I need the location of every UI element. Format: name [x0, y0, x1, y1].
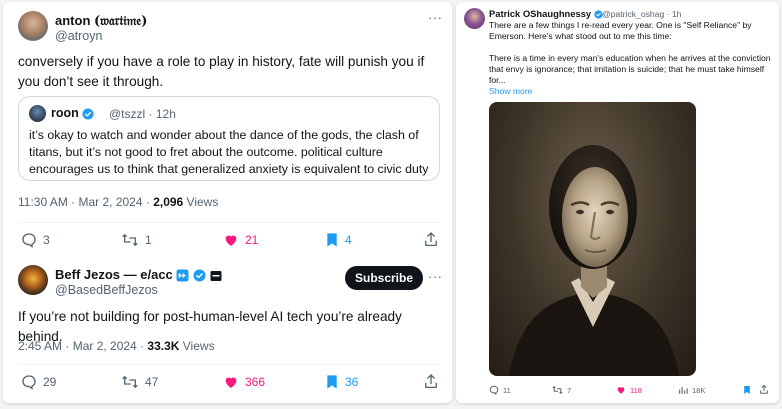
tweet2-bookmark-button[interactable]: 36	[325, 374, 358, 390]
views-chart-icon	[679, 387, 688, 394]
divider	[18, 222, 440, 223]
repost-icon	[122, 376, 138, 388]
tweet1-display-name[interactable]: anton (𝔴𝔞𝔯𝔱𝔦𝔪𝔢)	[55, 13, 147, 29]
tweet1-reply-button[interactable]: 3	[21, 232, 50, 248]
reply-icon	[489, 385, 499, 395]
tweet2-timestamp[interactable]: 2:45 AM · Mar 2, 2024 · 33.3K Views	[18, 339, 215, 353]
heart-icon	[225, 377, 237, 388]
reply-icon	[22, 233, 36, 248]
tweet1-text: conversely if you have a role to play in…	[18, 54, 425, 89]
more-options-icon[interactable]: ···	[428, 269, 443, 284]
tweet3-handle-time[interactable]: @patrick_oshag · 1h	[602, 9, 681, 19]
tweet3-text-paragraph1: There are a few things I re-read every y…	[489, 20, 752, 41]
patrick-avatar[interactable]	[464, 8, 485, 29]
share-icon	[425, 232, 437, 247]
subscribe-button[interactable]: Subscribe	[345, 266, 423, 290]
tweet1-repost-button[interactable]: 1	[121, 232, 152, 248]
divider	[18, 364, 440, 365]
tweet1-views-count: 2,096	[153, 195, 184, 209]
reply-icon	[22, 375, 36, 390]
tweet3-reply-button[interactable]: 11	[489, 385, 511, 395]
tweet1-timestamp[interactable]: 11:30 AM · Mar 2, 2024 · 2,096 Views	[18, 195, 218, 209]
verified-icon	[193, 269, 206, 282]
tweet3-views-button[interactable]: 18K	[678, 385, 705, 395]
tweet2-like-button[interactable]: 366	[223, 374, 265, 390]
tweet3-bookmark-button[interactable]	[743, 385, 751, 395]
tweet2-handle[interactable]: @BasedBeffJezos	[55, 283, 158, 297]
quote-text: it’s okay to watch and wonder about the …	[29, 128, 429, 176]
tweet3-display-name[interactable]: Patrick OShaughnessy	[489, 8, 603, 19]
tweet1-bookmark-button[interactable]: 4	[325, 232, 352, 248]
tweet1-like-button[interactable]: 21	[223, 232, 258, 248]
quote-handle-time: @tszzl · 12h	[109, 107, 176, 121]
more-options-icon[interactable]: ···	[428, 10, 443, 25]
roon-avatar	[29, 105, 46, 122]
repost-icon	[552, 386, 563, 394]
right-tweet-card: Patrick OShaughnessy @patrick_oshag · 1h…	[456, 2, 779, 403]
bookmark-icon	[327, 375, 337, 389]
tweet2-views-count: 33.3K	[147, 339, 180, 353]
tweet2-repost-button[interactable]: 47	[121, 374, 158, 390]
fast-forward-icon	[176, 269, 189, 282]
heart-icon	[225, 235, 237, 246]
tweet2-reply-button[interactable]: 29	[21, 374, 56, 390]
share-icon	[425, 374, 437, 389]
verified-icon	[82, 108, 94, 120]
emerson-portrait-image[interactable]	[489, 102, 696, 376]
affiliate-badge-icon	[210, 270, 222, 281]
beff-avatar[interactable]	[18, 265, 48, 295]
show-more-link[interactable]: Show more	[489, 86, 532, 97]
left-tweet-card: anton (𝔴𝔞𝔯𝔱𝔦𝔪𝔢) @atroyn ··· conversely i…	[3, 2, 452, 403]
quote-display-name: roon	[51, 106, 94, 120]
tweet3-like-button[interactable]: 118	[616, 385, 642, 395]
bookmark-icon	[744, 386, 750, 394]
quoted-tweet[interactable]: roon @tszzl · 12h it’s okay to watch and…	[18, 96, 440, 181]
tweet2-display-name[interactable]: Beff Jezos — e/acc	[55, 267, 222, 282]
portrait-figure	[509, 145, 679, 376]
anton-avatar[interactable]	[18, 11, 48, 41]
tweet1-share-button[interactable]	[423, 231, 439, 248]
share-icon	[760, 384, 768, 394]
bookmark-icon	[327, 233, 337, 247]
heart-icon	[617, 387, 625, 394]
tweet2-share-button[interactable]	[423, 373, 439, 390]
repost-icon	[122, 234, 138, 246]
tweet3-share-button[interactable]	[759, 384, 769, 395]
tweet3-text-paragraph2: There is a time in every man's education…	[489, 53, 771, 85]
tweet1-name-suffix: (𝔴𝔞𝔯𝔱𝔦𝔪𝔢)	[94, 14, 148, 29]
tweet3-repost-button[interactable]: 7	[552, 385, 571, 395]
tweet1-handle[interactable]: @atroyn	[55, 29, 102, 43]
